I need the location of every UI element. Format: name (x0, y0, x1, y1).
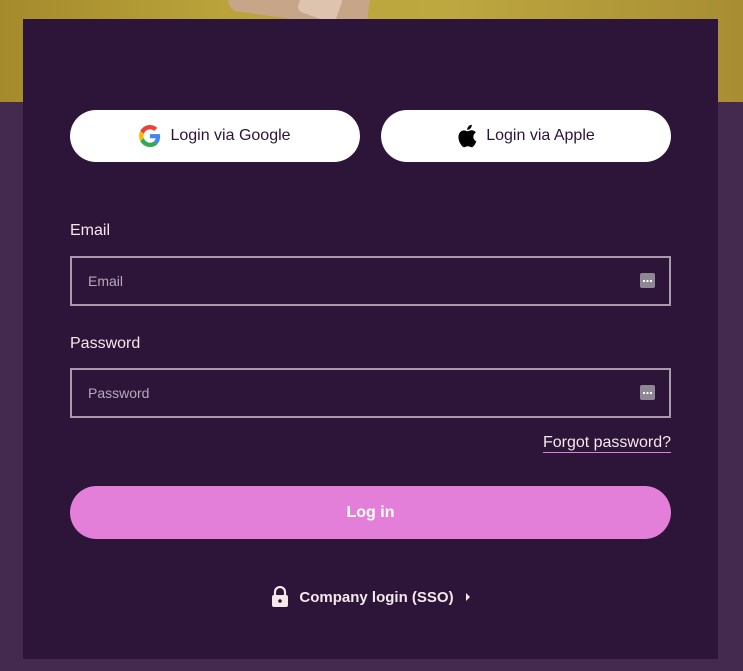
company-login-label: Company login (SSO) (299, 588, 454, 606)
autofill-icon[interactable] (640, 273, 655, 288)
forgot-password-link[interactable]: Forgot password? (542, 433, 671, 453)
email-field-wrapper (70, 256, 671, 306)
password-field[interactable] (72, 370, 669, 416)
login-google-label: Login via Google (170, 127, 291, 144)
login-apple-label: Login via Apple (486, 127, 595, 144)
lock-icon (271, 586, 289, 608)
email-label: Email (70, 222, 111, 239)
company-login-link[interactable]: Company login (SSO) (23, 586, 718, 608)
email-field[interactable] (72, 258, 669, 304)
google-icon (139, 125, 161, 147)
login-button[interactable]: Log in (70, 486, 671, 539)
login-apple-button[interactable]: Login via Apple (381, 110, 671, 162)
login-card: Login via Google Login via Apple Email P… (23, 19, 718, 659)
login-google-button[interactable]: Login via Google (70, 110, 360, 162)
password-label: Password (70, 335, 141, 352)
apple-icon (457, 124, 477, 148)
autofill-icon[interactable] (640, 385, 655, 400)
password-field-wrapper (70, 368, 671, 418)
caret-right-icon (465, 593, 470, 601)
